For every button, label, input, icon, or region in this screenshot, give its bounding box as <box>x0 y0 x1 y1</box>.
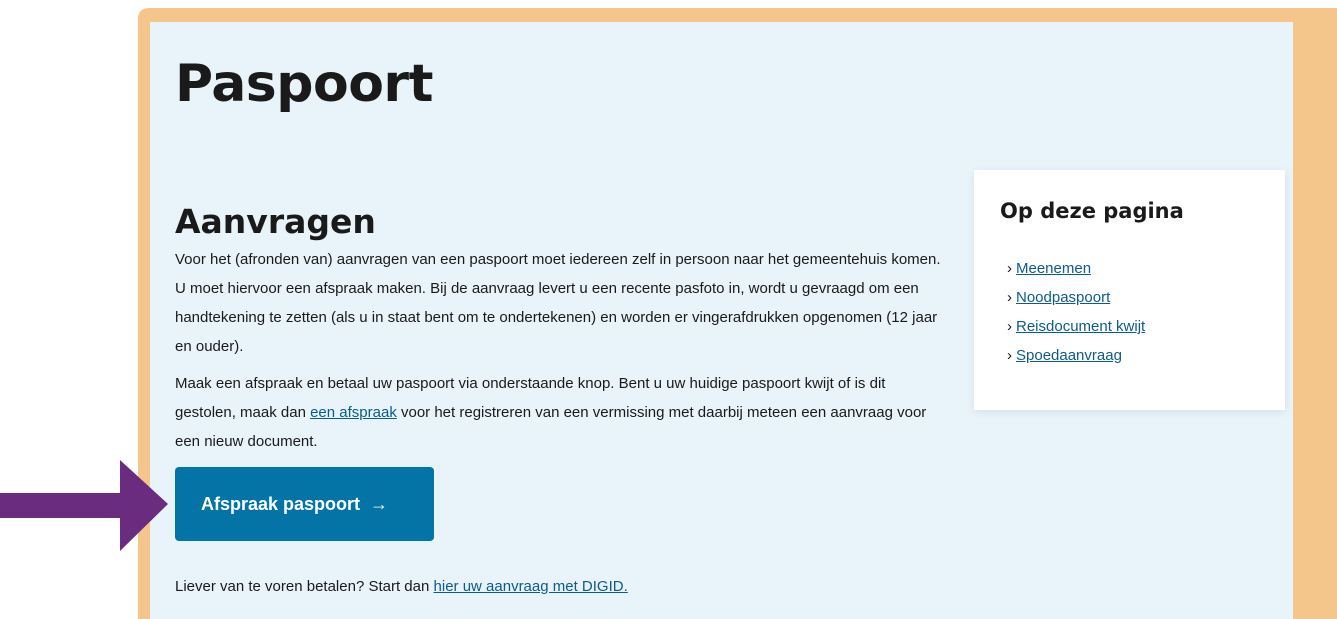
intro-paragraph: Voor het (afronden van) aanvragen van ee… <box>175 251 941 355</box>
toc-item-noodpaspoort: › Noodpaspoort <box>1007 283 1145 312</box>
toc-link-reisdocument-kwijt[interactable]: Reisdocument kwijt <box>1016 318 1145 335</box>
chevron-right-icon: › <box>1007 289 1012 306</box>
chevron-right-icon: › <box>1007 260 1012 277</box>
purple-arrow-right-icon <box>0 460 168 551</box>
digid-paragraph: Liever van te voren betalen? Start dan h… <box>175 574 628 600</box>
toc-item-spoedaanvraag: › Spoedaanvraag <box>1007 341 1145 370</box>
toc-link-noodpaspoort[interactable]: Noodpaspoort <box>1016 289 1110 306</box>
appointment-link[interactable]: een afspraak <box>310 404 397 421</box>
page-title: Paspoort <box>175 54 433 114</box>
chevron-right-icon: › <box>1007 318 1012 335</box>
digid-text: Liever van te voren betalen? Start dan <box>175 578 434 595</box>
digid-link[interactable]: hier uw aanvraag met DIGID. <box>434 578 628 595</box>
appointment-paragraph: Maak een afspraak en betaal uw paspoort … <box>175 369 945 456</box>
toc-item-meenemen: › Meenemen <box>1007 254 1145 283</box>
arrow-right-icon: → <box>370 493 389 514</box>
button-label: Afspraak paspoort <box>201 493 361 514</box>
toc-title: Op deze pagina <box>1000 199 1184 223</box>
section-title: Aanvragen <box>175 202 376 241</box>
afspraak-paspoort-button[interactable]: Afspraak paspoort → <box>175 467 434 541</box>
chevron-right-icon: › <box>1007 347 1012 364</box>
toc-item-reisdocument-kwijt: › Reisdocument kwijt <box>1007 312 1145 341</box>
toc-link-spoedaanvraag[interactable]: Spoedaanvraag <box>1016 347 1122 364</box>
toc-link-meenemen[interactable]: Meenemen <box>1016 260 1091 277</box>
on-this-page-card: Op deze pagina › Meenemen › Noodpaspoort ›… <box>974 170 1285 410</box>
toc-list: › Meenemen › Noodpaspoort › Reisdocument kw… <box>1007 254 1145 370</box>
